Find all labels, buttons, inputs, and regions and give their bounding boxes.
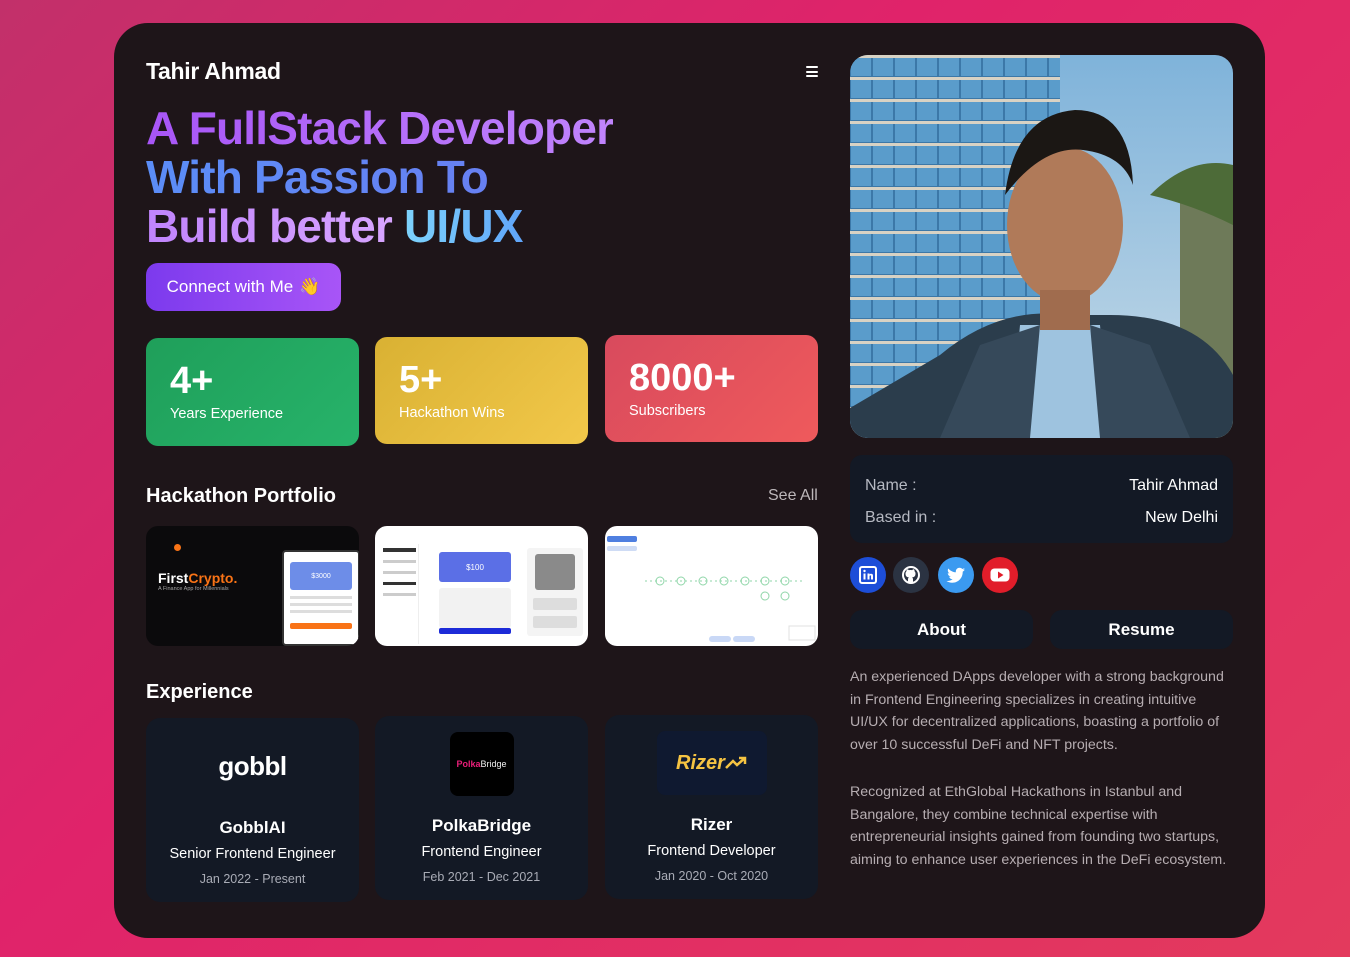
waving-hand-icon: 👋 — [299, 277, 321, 296]
portfolio-title: Hackathon Portfolio — [146, 485, 337, 507]
experience-company: PolkaBridge — [431, 816, 532, 835]
stat-hackathon-wins: 5+ Hackathon Wins — [375, 337, 588, 444]
experience-company: Rizer — [690, 815, 733, 834]
stat-value: 4+ — [170, 360, 214, 402]
stat-label: Subscribers — [629, 403, 706, 419]
twitter-icon — [946, 567, 965, 583]
stat-value: 8000+ — [629, 357, 736, 399]
polkabridge-logo: PolkaBridge — [449, 732, 514, 796]
polkabridge-logo-b: Bridge — [480, 759, 507, 769]
tab-resume[interactable]: Resume — [1050, 610, 1233, 649]
youtube-button[interactable] — [982, 557, 1018, 593]
gobbl-logo-text: gobbl — [218, 750, 287, 781]
hamburger-menu-icon[interactable] — [806, 66, 818, 77]
headline-line-2: With Passion To — [146, 153, 613, 202]
experience-dates: Jan 2020 - Oct 2020 — [654, 869, 769, 883]
name-label: Name : — [865, 477, 917, 494]
based-label: Based in : — [865, 509, 937, 526]
thumb-brand-a: First — [158, 570, 189, 586]
stat-label: Years Experience — [170, 406, 284, 422]
experience-company: GobblAI — [219, 818, 286, 837]
gobbl-logo: gobbl — [203, 738, 303, 794]
polkabridge-logo-text: PolkaBridge — [456, 759, 506, 769]
portfolio-thumb-firstcrypto[interactable]: FirstCrypto. A Finance App for Millennia… — [146, 526, 359, 646]
portfolio-thumb-flow-editor[interactable] — [605, 526, 818, 646]
experience-role: Frontend Developer — [647, 843, 776, 859]
stat-value: 5+ — [399, 359, 443, 401]
connect-button[interactable]: Connect with Me 👋 — [146, 263, 341, 311]
stat-subscribers: 8000+ Subscribers — [605, 335, 818, 442]
thumb-brand-b: Crypto. — [188, 570, 238, 586]
headline-line-3b: UI/UX — [403, 200, 523, 252]
profile-photo — [850, 55, 1233, 438]
name-value: Tahir Ahmad — [1129, 477, 1218, 494]
thumb-balance-card: $100 — [439, 552, 511, 582]
experience-title: Experience — [146, 681, 253, 703]
tab-about[interactable]: About — [850, 610, 1033, 649]
experience-role: Senior Frontend Engineer — [169, 846, 336, 862]
brand-name[interactable]: Tahir Ahmad — [146, 58, 281, 85]
thumb-sidebar — [381, 544, 419, 644]
linkedin-icon — [859, 566, 877, 584]
linkedin-button[interactable] — [850, 557, 886, 593]
mockup-balance: $3000 — [290, 562, 352, 590]
phone-mockup: $3000 — [282, 550, 359, 646]
about-paragraph-2: Recognized at EthGlobal Hackathons in Is… — [850, 784, 1227, 868]
thumb-profile-card — [527, 548, 583, 636]
stat-label: Hackathon Wins — [399, 405, 505, 421]
trend-up-icon — [725, 756, 747, 769]
experience-dates: Jan 2022 - Present — [199, 872, 306, 886]
stat-years-experience: 4+ Years Experience — [146, 338, 359, 446]
experience-card-gobblai[interactable]: gobbl GobblAI Senior Frontend Engineer J… — [146, 718, 359, 902]
github-button[interactable] — [893, 557, 929, 593]
thumb-brand: FirstCrypto. — [158, 570, 237, 586]
portfolio-thumb-dashboard[interactable]: $100 — [375, 526, 588, 646]
headline-line-3a: Build better — [146, 200, 404, 252]
youtube-icon — [990, 568, 1010, 582]
headline-line-1: A FullStack Developer — [146, 102, 614, 154]
thumb-tagline: A Finance App for Millennials — [158, 586, 229, 592]
dot-decoration — [174, 544, 181, 551]
based-value: New Delhi — [1145, 509, 1218, 526]
hero-headline: A FullStack Developer With Passion To Bu… — [146, 102, 614, 252]
polkabridge-logo-a: Polka — [456, 759, 481, 769]
flow-diagram-graphic — [645, 576, 816, 642]
twitter-button[interactable] — [938, 557, 974, 593]
about-paragraph-1: An experienced DApps developer with a st… — [850, 669, 1224, 753]
connect-button-label: Connect with Me — [166, 277, 294, 296]
experience-card-rizer[interactable]: Rizer Rizer Frontend Developer Jan 2020 … — [605, 715, 818, 899]
github-icon — [902, 566, 920, 584]
experience-role: Frontend Engineer — [421, 844, 542, 860]
rizer-logo: Rizer — [656, 731, 767, 795]
experience-card-polkabridge[interactable]: PolkaBridge PolkaBridge Frontend Enginee… — [375, 716, 588, 900]
experience-dates: Feb 2021 - Dec 2021 — [422, 870, 541, 884]
rizer-logo-text: Rizer — [676, 751, 725, 774]
see-all-link[interactable]: See All — [768, 487, 818, 505]
profile-info-card: Name : Tahir Ahmad Based in : New Delhi — [850, 455, 1233, 543]
